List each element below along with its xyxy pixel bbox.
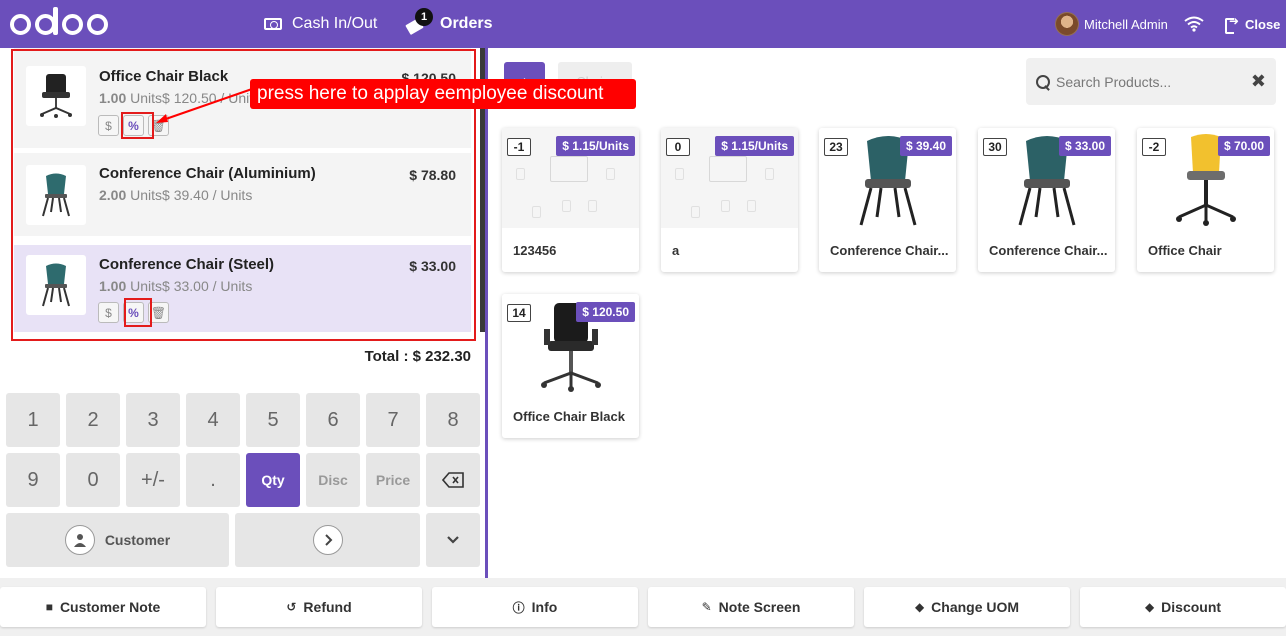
search-icon [1036,74,1050,89]
price-badge: $ 70.00 [1217,136,1270,156]
numpad-key-0[interactable]: 0 [66,453,120,507]
discount-button[interactable]: ◆ Discount [1080,587,1286,627]
odoo-logo [10,6,108,39]
note-screen-button[interactable]: ✎ Note Screen [648,587,854,627]
numpad-key-decimal[interactable]: . [186,453,240,507]
tag-icon: ◆ [914,600,925,614]
close-button[interactable]: Close [1225,0,1280,48]
highlight-discount-button-1 [121,112,154,139]
refund-button[interactable]: ↺ Refund [216,587,422,627]
refund-label: Refund [303,599,352,615]
customer-note-label: Customer Note [59,599,161,615]
stock-qty-badge: 23 [824,138,848,156]
numpad-key-1[interactable]: 1 [6,393,60,447]
cash-in-out-label: Cash In/Out [292,15,378,32]
product-name: Conference Chair... [989,243,1108,258]
cash-in-out-button[interactable]: Cash In/Out [264,0,377,48]
sign-out-icon [1225,14,1239,34]
tag-icon: ◆ [1144,600,1155,614]
undo-icon: ↺ [286,600,297,614]
user-name: Mitchell Admin [1084,16,1168,32]
numpad-key-4[interactable]: 4 [186,393,240,447]
info-icon: ⓘ [512,600,525,615]
user-menu[interactable]: Mitchell Admin [1055,0,1168,48]
wifi-icon [1184,0,1204,48]
price-mode-button[interactable]: Price [366,453,420,507]
numpad-key-8[interactable]: 8 [426,393,480,447]
note-screen-label: Note Screen [718,599,801,615]
payment-button[interactable] [235,513,420,567]
backspace-icon [442,472,464,488]
price-badge: $ 120.50 [576,302,635,322]
info-button[interactable]: ⓘ Info [432,587,638,627]
product-card[interactable]: -2 $ 70.00 Office Chair [1137,128,1274,272]
product-card[interactable]: 0 $ 1.15/Units a [661,128,798,272]
highlight-discount-button-2 [124,298,152,327]
change-uom-button[interactable]: ◆ Change UOM [864,587,1070,627]
backspace-button[interactable] [426,453,480,507]
customer-note-button[interactable]: ■ Customer Note [0,587,206,627]
edit-icon: ✎ [701,600,712,614]
note-icon: ■ [45,600,53,614]
control-buttons-bar: ■ Customer Note ↺ Refund ⓘ Info ✎ Note S… [0,578,1286,636]
product-name: a [672,243,680,258]
numpad-key-plus-minus[interactable]: +/- [126,453,180,507]
customer-button[interactable]: Customer [6,513,229,567]
qty-mode-button[interactable]: Qty [246,453,300,507]
search-products-input[interactable] [1056,73,1241,90]
close-label: Close [1245,16,1281,32]
avatar [1055,12,1079,36]
stock-qty-badge: -2 [1142,138,1166,156]
search-bar: ✖ [1026,58,1276,105]
disc-mode-button[interactable]: Disc [306,453,360,507]
cash-icon [264,18,282,30]
customer-label: Customer [104,532,171,548]
product-screen: ⌂ Chairs ✖ -1 $ 1.15/Units 123456 0 $ 1.… [488,48,1286,578]
numpad-key-2[interactable]: 2 [66,393,120,447]
annotation-callout: press here to applay eemployee discount [250,79,636,109]
stock-qty-badge: 0 [666,138,690,156]
chevron-down-icon [447,536,459,544]
numpad-key-9[interactable]: 9 [6,453,60,507]
product-card[interactable]: 30 $ 33.00 Conference Chair... [978,128,1115,272]
top-navbar: Cash In/Out 1 Orders Mitchell Admin Clos… [0,0,1286,48]
price-badge: $ 1.15/Units [556,136,635,156]
discount-label: Discount [1161,599,1222,615]
info-label: Info [531,599,558,615]
product-card[interactable]: -1 $ 1.15/Units 123456 [502,128,639,272]
price-badge: $ 39.40 [899,136,952,156]
chevron-right-icon [312,525,343,555]
more-options-button[interactable] [426,513,480,567]
numpad-key-5[interactable]: 5 [246,393,300,447]
product-card[interactable]: 14 $ 120.50 Office Chair Black [502,294,639,438]
stock-qty-badge: -1 [507,138,531,156]
product-name: 123456 [513,243,557,258]
numpad-key-3[interactable]: 3 [126,393,180,447]
price-badge: $ 1.15/Units [715,136,794,156]
numpad-key-6[interactable]: 6 [306,393,360,447]
product-name: Conference Chair... [830,243,949,258]
numpad-key-7[interactable]: 7 [366,393,420,447]
product-card[interactable]: 23 $ 39.40 Conference Chair... [819,128,956,272]
product-name: Office Chair [1148,243,1222,258]
orders-label: Orders [440,15,493,32]
orders-button[interactable]: 1 Orders [405,0,493,48]
stock-qty-badge: 14 [507,304,531,322]
product-name: Office Chair Black [513,409,625,424]
orders-count-badge: 1 [415,8,433,26]
price-badge: $ 33.00 [1058,136,1111,156]
stock-qty-badge: 30 [983,138,1007,156]
user-icon [64,525,95,555]
clear-search-icon[interactable]: ✖ [1251,71,1266,92]
change-uom-label: Change UOM [931,599,1020,615]
order-total: Total : $ 232.30 [364,348,471,365]
